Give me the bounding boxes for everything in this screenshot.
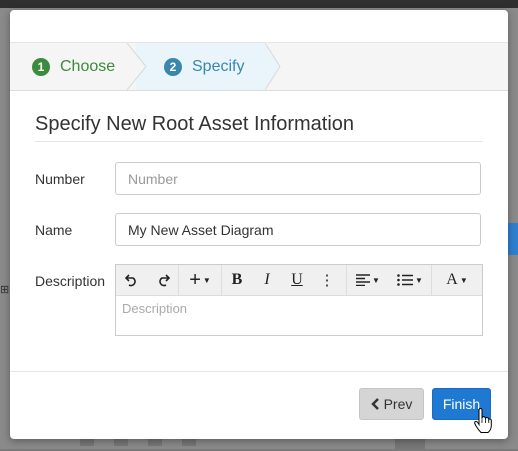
form-title: Specify New Root Asset Information — [35, 113, 355, 135]
insert-dropdown[interactable]: + ▼ — [179, 265, 221, 295]
italic-button[interactable]: I — [252, 265, 282, 295]
step-number-badge: 2 — [164, 57, 182, 76]
new-asset-modal: 1 Choose 2 Specify Specify New Root Asse… — [10, 10, 508, 439]
bold-button[interactable]: B — [222, 265, 252, 295]
underline-button[interactable]: U — [282, 265, 312, 295]
undo-icon[interactable] — [116, 265, 147, 295]
align-dropdown[interactable]: ▼ — [347, 265, 389, 295]
step-separator-icon — [265, 43, 281, 90]
wizard-step-specify[interactable]: 2 Specify — [164, 43, 244, 90]
wizard-steps: 1 Choose 2 Specify — [10, 43, 508, 91]
align-left-icon — [356, 274, 371, 286]
step-label: Choose — [60, 57, 116, 75]
name-label: Name — [35, 222, 73, 238]
name-input[interactable] — [115, 213, 481, 246]
step-number-badge: 1 — [32, 57, 50, 76]
description-editor: + ▼ B I U ⋮ ▼ ▼ A ▼ Description — [115, 264, 483, 336]
footer-divider — [10, 371, 508, 372]
step-separator-icon — [126, 43, 147, 90]
modal-header — [10, 10, 508, 43]
vertical-ellipsis-icon[interactable]: ⋮ — [312, 265, 342, 295]
redo-icon[interactable] — [147, 265, 178, 295]
list-dropdown[interactable]: ▼ — [389, 265, 431, 295]
description-label: Description — [35, 273, 106, 289]
font-color-label: A — [446, 271, 458, 288]
number-input[interactable] — [115, 162, 481, 195]
background-node-icon: ⊞ — [0, 284, 10, 296]
editor-toolbar: + ▼ B I U ⋮ ▼ ▼ A ▼ — [116, 265, 482, 296]
plus-icon: + — [189, 269, 201, 291]
prev-button-label: Prev — [383, 396, 413, 412]
list-icon — [397, 274, 414, 286]
app-top-bar — [0, 0, 518, 8]
chevron-left-icon — [370, 398, 379, 410]
wizard-step-choose[interactable]: 1 Choose — [32, 43, 115, 90]
number-label: Number — [35, 171, 85, 187]
title-divider — [35, 141, 483, 142]
prev-button[interactable]: Prev — [359, 388, 424, 420]
step-label: Specify — [192, 57, 245, 75]
description-text-area[interactable]: Description — [116, 296, 482, 321]
font-color-dropdown[interactable]: A ▼ — [432, 265, 482, 295]
hand-pointer-icon — [474, 408, 492, 433]
description-placeholder: Description — [122, 301, 188, 316]
